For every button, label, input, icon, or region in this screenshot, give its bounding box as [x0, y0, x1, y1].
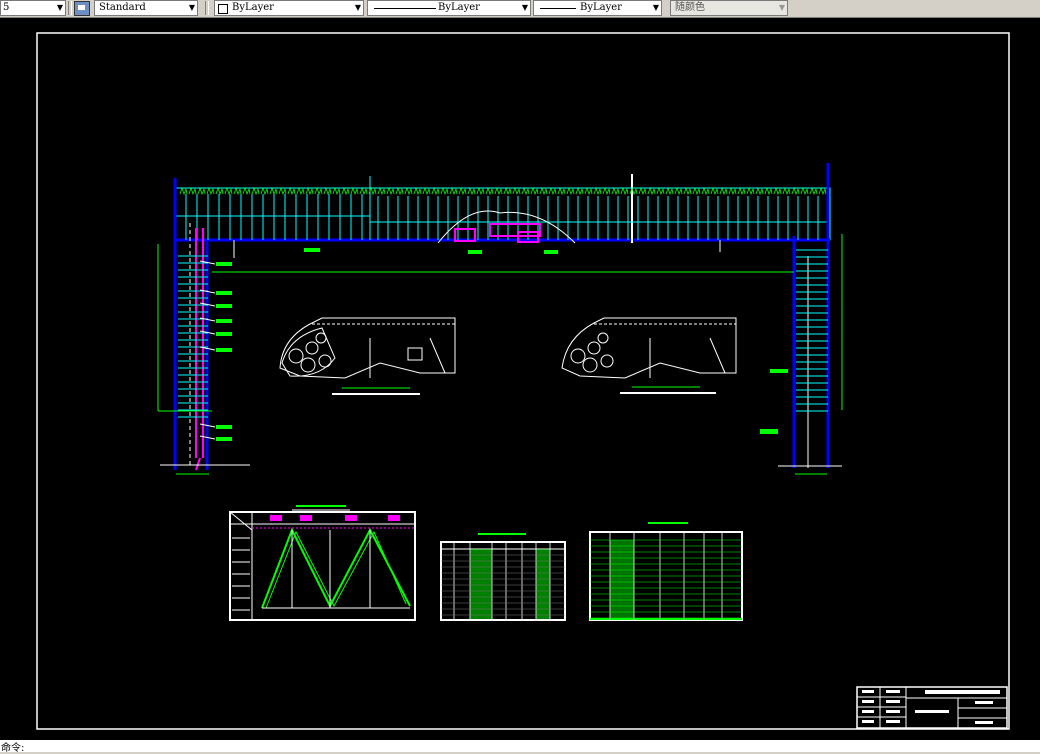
cad-drawing [36, 32, 1010, 730]
lineweight-value: ByLayer [580, 2, 622, 13]
chevron-down-icon: ▼ [652, 3, 659, 12]
plot-style-dropdown[interactable]: 随颜色 ▼ [670, 0, 788, 16]
ground-surface [179, 186, 827, 196]
chevron-down-icon: ▼ [521, 3, 528, 12]
drawing-canvas[interactable] [0, 18, 1040, 740]
layer-dropdown[interactable]: 5 ▼ [0, 0, 66, 16]
left-pile-wall [173, 178, 209, 471]
calculation-table [589, 522, 743, 621]
callout-label [468, 250, 482, 254]
beam-ribs [176, 194, 828, 240]
text-style-icon[interactable] [74, 1, 90, 16]
color-value: ByLayer [232, 2, 274, 13]
force-diagram-ticks [232, 537, 250, 611]
color-dropdown[interactable]: ByLayer ▼ [214, 0, 364, 16]
crown-beam [173, 174, 831, 243]
callout-label [770, 369, 788, 373]
command-line[interactable]: 命令: [0, 740, 1040, 754]
callout-label [544, 250, 558, 254]
sheet-border [36, 32, 1010, 730]
lineweight-dropdown[interactable]: ByLayer ▼ [533, 0, 662, 16]
toolbar-separator [68, 1, 72, 15]
properties-toolbar: 5 ▼ Standard ▼ ByLayer ▼ ByLayer ▼ ByLay… [0, 0, 1040, 18]
callout-label [760, 429, 778, 434]
linetype-value: ByLayer [438, 2, 480, 13]
chevron-down-icon: ▼ [354, 3, 361, 12]
chevron-down-icon: ▼ [778, 3, 785, 12]
plot-style-value: 随颜色 [675, 2, 705, 13]
callout-label [304, 248, 320, 252]
toolbar-separator [205, 1, 209, 15]
text-style-value: Standard [99, 2, 146, 13]
title-block [856, 686, 1008, 729]
color-swatch-icon [218, 4, 228, 14]
layer-value: 5 [3, 2, 10, 13]
chevron-down-icon: ▼ [188, 3, 195, 12]
linetype-dropdown[interactable]: ByLayer ▼ [367, 0, 531, 16]
parameter-table [440, 533, 566, 621]
linetype-sample-icon [374, 8, 436, 9]
section-view-right [561, 317, 737, 394]
chevron-down-icon: ▼ [56, 3, 63, 12]
lineweight-sample-icon [540, 8, 576, 9]
text-style-dropdown[interactable]: Standard ▼ [94, 0, 198, 16]
right-pile-wall [792, 163, 830, 468]
tunnel-arch [437, 210, 576, 244]
left-callouts [199, 260, 232, 441]
section-view-left [279, 317, 456, 395]
force-diagram-table [229, 505, 416, 621]
right-wall-struts [796, 249, 828, 412]
